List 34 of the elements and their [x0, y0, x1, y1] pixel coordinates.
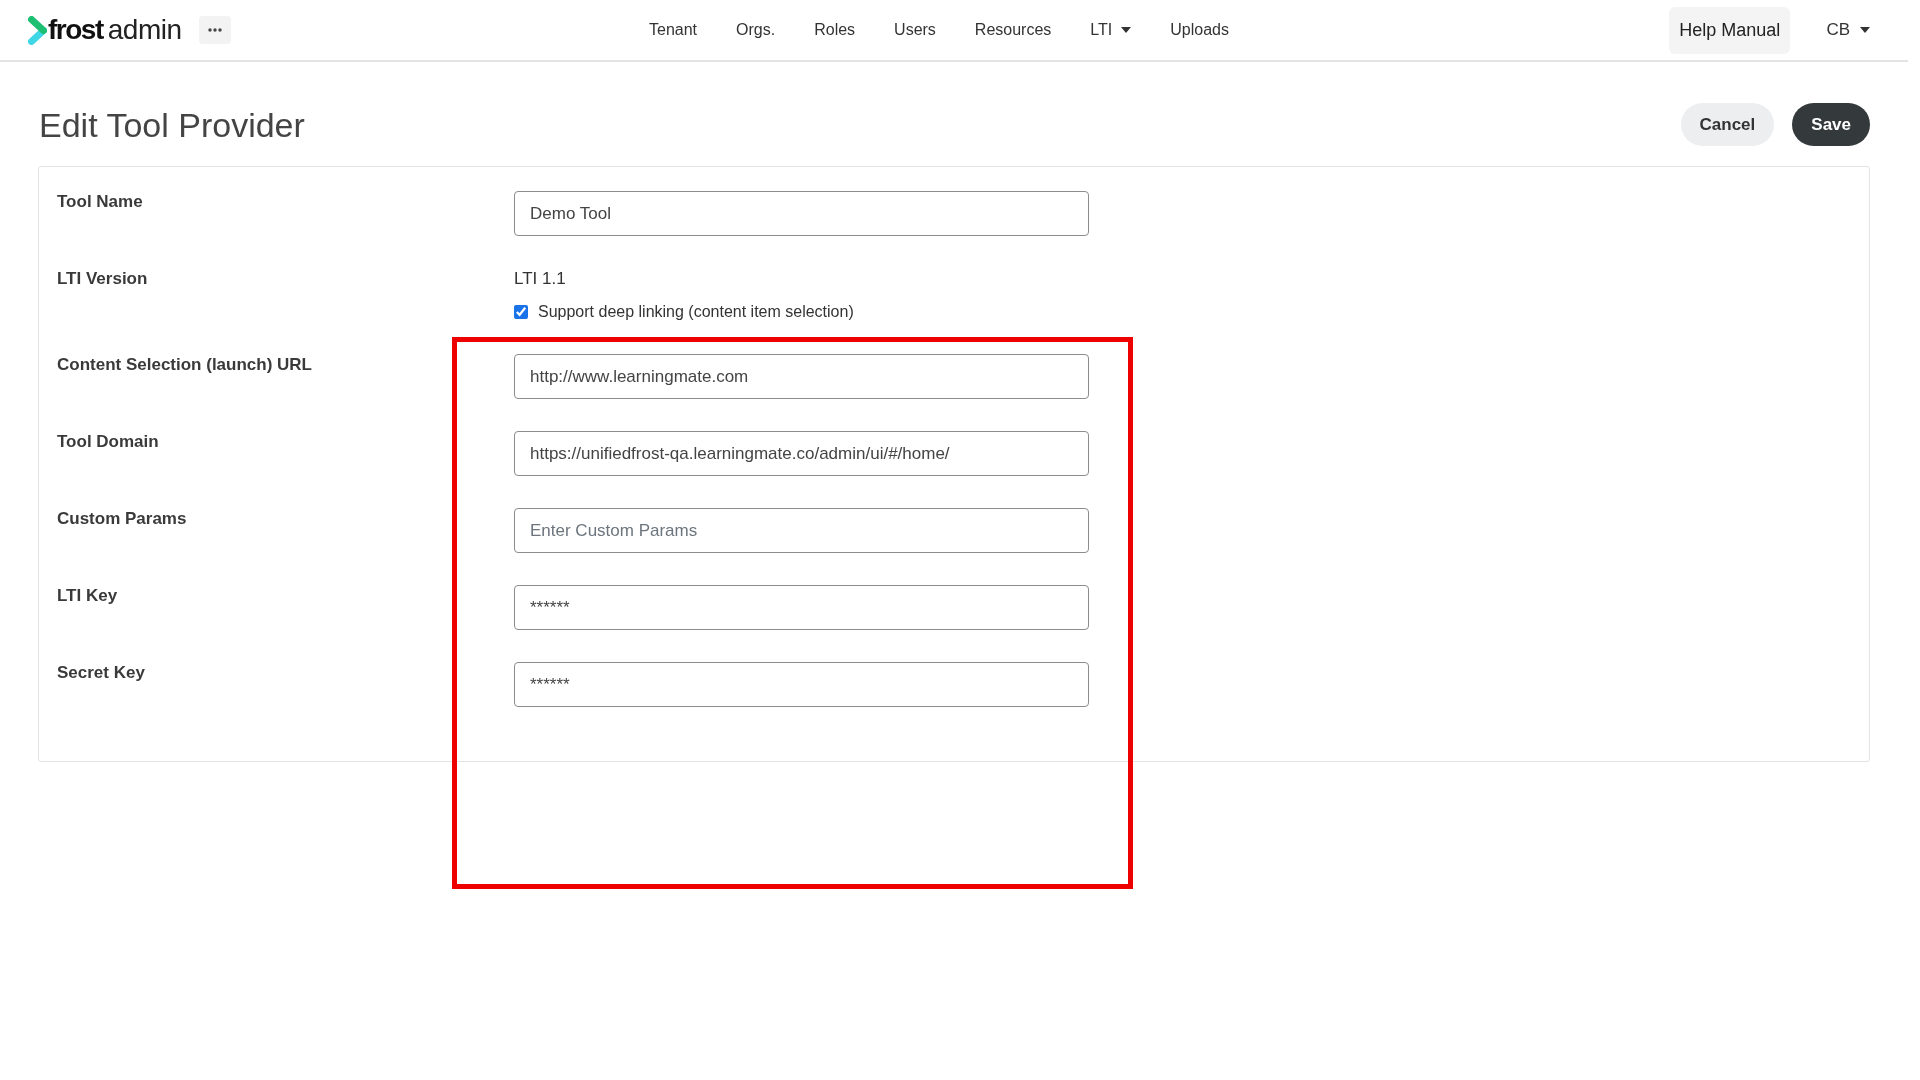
checkbox-label: Support deep linking (content item selection)	[538, 302, 854, 322]
brand-name[interactable]: frost admin	[48, 13, 182, 47]
caret-icon	[1121, 27, 1132, 33]
help-button[interactable]: Help Manual	[1669, 6, 1791, 54]
cancel-button[interactable]: Cancel	[1680, 103, 1775, 146]
text-field[interactable]: https://unifiedfrost-qa.learningmate.co/admin/ui/#/home/	[514, 431, 1089, 476]
save-button[interactable]: Save	[1792, 103, 1870, 146]
text-field[interactable]: http://www.learningmate.com	[514, 354, 1089, 399]
nav-link[interactable]: Orgs.	[736, 19, 776, 41]
nav-link[interactable]: Users	[894, 19, 936, 41]
field-label: Custom Params	[57, 508, 188, 530]
field-label: LTI Version	[57, 268, 149, 290]
nav-dropdown[interactable]: LTI	[1090, 19, 1132, 41]
version-text: LTI 1.1	[514, 268, 566, 290]
field-label: LTI Key	[57, 585, 119, 607]
text-field[interactable]: ******	[514, 585, 1089, 630]
nav-link[interactable]: Roles	[814, 19, 856, 41]
field-label: Secret Key	[57, 662, 146, 684]
text-field[interactable]: Enter Custom Params	[514, 508, 1089, 553]
more-button[interactable]	[198, 16, 231, 44]
text-field[interactable]: ******	[514, 662, 1089, 707]
user-menu[interactable]: CB	[1826, 20, 1870, 40]
field-label: Tool Domain	[57, 431, 160, 453]
checkbox[interactable]	[514, 305, 528, 319]
field-label: Tool Name	[57, 191, 144, 213]
page-title: Edit Tool Provider	[39, 104, 305, 145]
text-field[interactable]: Demo Tool	[514, 191, 1089, 236]
nav-link[interactable]: Tenant	[649, 19, 698, 41]
caret-icon	[1860, 27, 1870, 33]
more-icon	[207, 28, 222, 32]
nav-link[interactable]: Uploads	[1170, 19, 1229, 41]
logo-icon	[28, 15, 47, 45]
nav-link[interactable]: Resources	[974, 19, 1052, 41]
field-label: Content Selection (launch) URL	[57, 354, 313, 376]
